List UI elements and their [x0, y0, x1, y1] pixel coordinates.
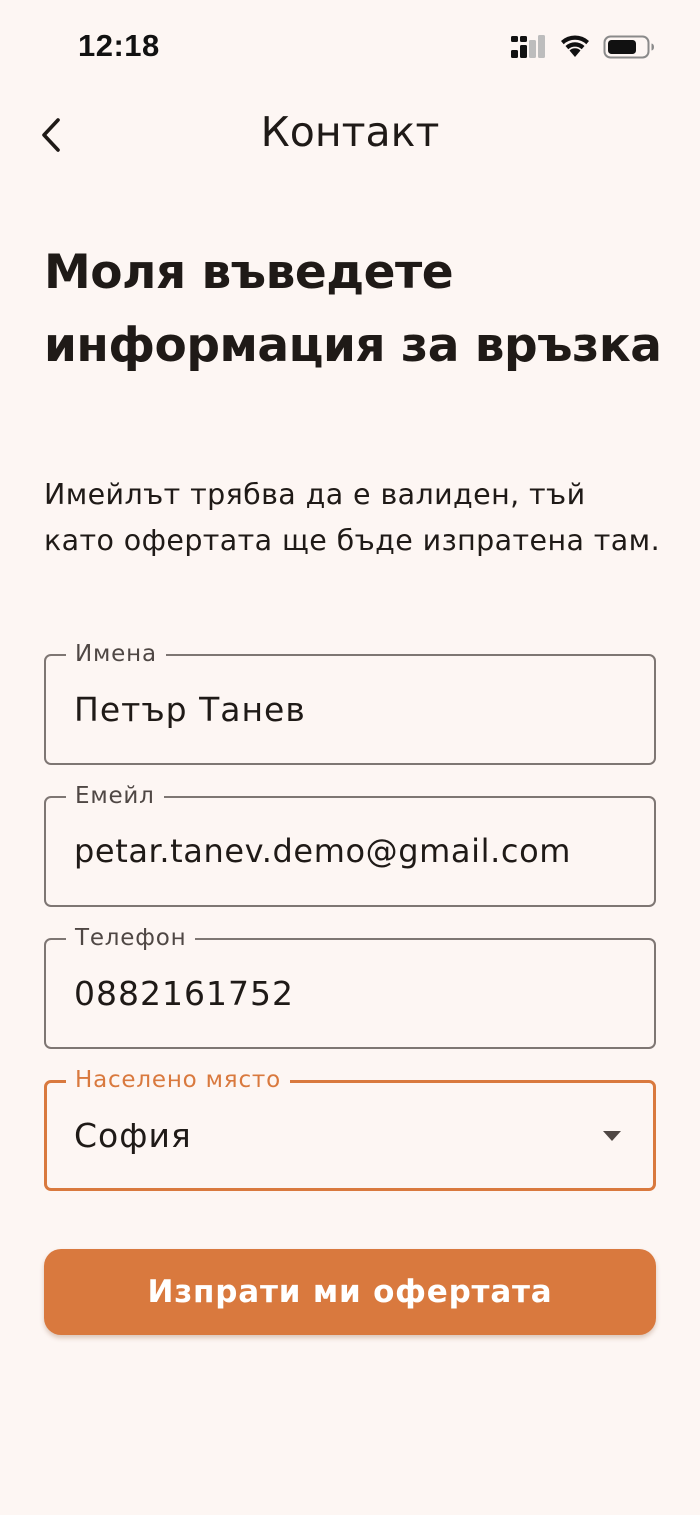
- cellular-signal-icon: [511, 35, 545, 58]
- name-field[interactable]: Имена Петър Танев: [44, 640, 656, 765]
- status-bar: 12:18: [0, 0, 700, 92]
- page-description: Имейлът трябва да е валиден, тъй като оф…: [44, 478, 661, 557]
- page-heading: Моля въведете информация за връзка: [44, 245, 662, 373]
- status-time: 12:18: [78, 28, 160, 63]
- phone-field[interactable]: Телефон 0882161752: [44, 924, 656, 1049]
- wifi-icon: [561, 35, 589, 57]
- send-offer-button[interactable]: Изпрати ми офертата: [44, 1249, 656, 1335]
- arrow-drop-down-icon[interactable]: [601, 1129, 623, 1143]
- email-field[interactable]: Емейл petar.tanev.demo@gmail.com: [44, 782, 656, 907]
- city-dropdown[interactable]: Населено място София: [44, 1066, 656, 1191]
- battery-icon: [603, 35, 654, 59]
- email-field-value[interactable]: petar.tanev.demo@gmail.com: [74, 798, 571, 905]
- contact-screen: 12:18 Контакт Моля въведете информация з…: [0, 0, 700, 1515]
- name-field-value[interactable]: Петър Танев: [74, 656, 306, 763]
- app-bar-title: Контакт: [260, 108, 440, 156]
- phone-field-value[interactable]: 0882161752: [74, 940, 294, 1047]
- city-dropdown-value[interactable]: София: [74, 1083, 192, 1188]
